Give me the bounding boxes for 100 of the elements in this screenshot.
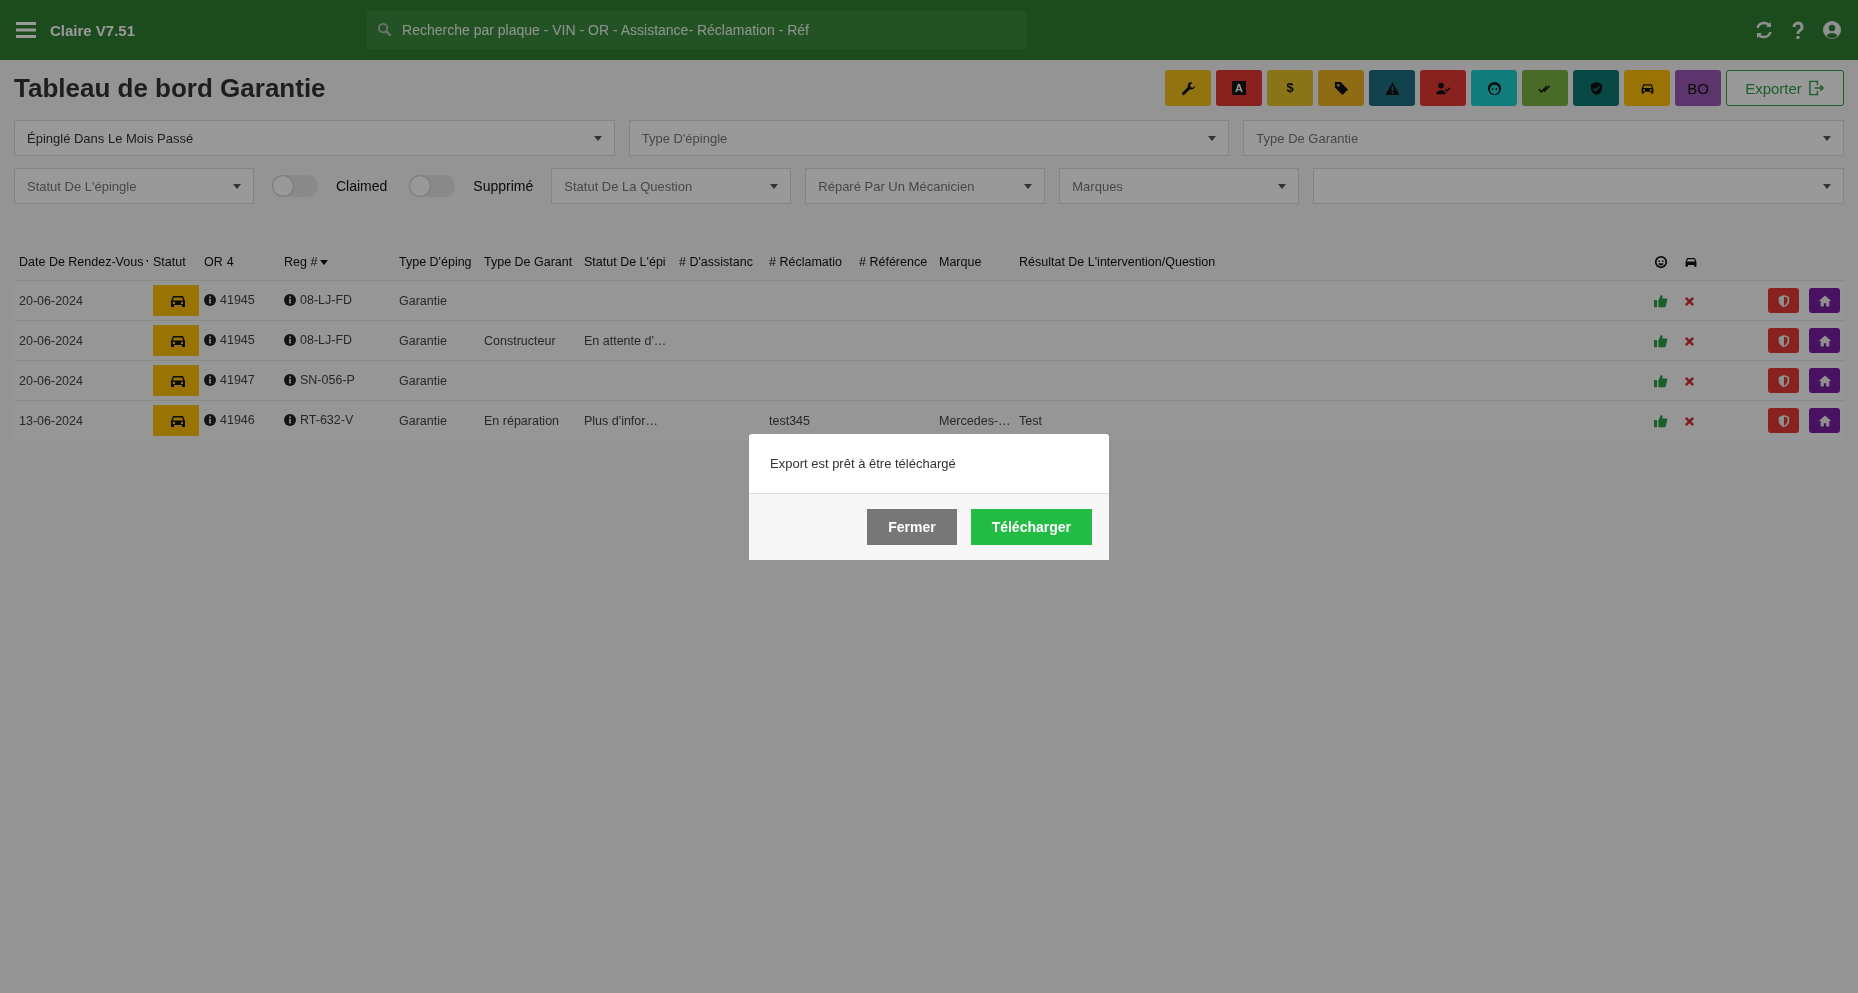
caret-icon	[1278, 183, 1287, 189]
home-icon	[1817, 413, 1832, 428]
plate-number: 08-LJ-FD	[300, 292, 353, 307]
home-button[interactable]	[1809, 408, 1840, 433]
cross-icon	[1684, 335, 1695, 347]
toolbar-button[interactable]	[1318, 70, 1364, 106]
info-icon[interactable]	[204, 413, 216, 426]
home-button[interactable]	[1809, 368, 1840, 393]
column-header: Marque	[939, 255, 982, 269]
dropdown-field[interactable]: Statut De La Question	[551, 168, 792, 204]
toolbar-button[interactable]	[1624, 70, 1670, 106]
home-icon	[1817, 333, 1832, 348]
caret-icon	[770, 183, 779, 189]
table-cell: Plus d'infor…	[584, 413, 658, 428]
toggle-label: Claimed	[336, 178, 388, 194]
caret-icon	[1823, 135, 1831, 141]
column-header[interactable]: Date De Rendez-Vous	[19, 255, 144, 269]
export-icon	[1807, 80, 1825, 96]
search-field[interactable]: Recherche par plaque - VIN - OR - Assistance- Réclamation - Réf	[367, 11, 1028, 49]
column-header: Résultat De L'intervention/Question	[1019, 255, 1216, 269]
status-badge	[153, 285, 199, 316]
status-badge	[153, 365, 199, 396]
plate-number: RT-632-V	[300, 412, 354, 427]
table-cell: Test	[1019, 413, 1042, 428]
toolbar-button[interactable]: $	[1267, 70, 1313, 106]
status-badge	[153, 325, 199, 356]
column-header: Type De Garant	[484, 255, 573, 269]
shield-button[interactable]	[1768, 288, 1799, 313]
order-number: 41946	[220, 412, 255, 427]
shield-button[interactable]	[1768, 328, 1799, 353]
dropdown-field[interactable]: Type D'épingle	[628, 120, 1230, 156]
cross-icon	[1684, 375, 1695, 387]
dropdown-field[interactable]: Marques	[1059, 168, 1300, 204]
info-icon[interactable]	[284, 413, 296, 426]
cross-icon	[1684, 295, 1695, 307]
shield-icon	[1776, 293, 1791, 308]
column-header: OR 4	[204, 255, 234, 269]
info-icon[interactable]	[204, 293, 216, 306]
shield-button[interactable]	[1768, 368, 1799, 393]
caret-icon	[593, 135, 602, 141]
dropdown-field[interactable]: Statut De L'épingle	[14, 168, 254, 204]
date-cell: 13-06-2024	[19, 413, 83, 428]
column-header: # D'assistanc	[679, 255, 753, 269]
date-cell: 20-06-2024	[19, 293, 83, 308]
table-cell: En réparation	[484, 413, 560, 428]
home-button[interactable]	[1809, 328, 1840, 353]
toggle-switch[interactable]	[272, 175, 318, 197]
dropdown-field[interactable]: Réparé Par Un Mécanicien	[805, 168, 1046, 204]
order-number: 41945	[220, 332, 255, 347]
dropdown-field[interactable]: Épinglé Dans Le Mois Passé	[14, 120, 615, 156]
table-row[interactable]: 20-06-2024 41945 08-LJ-FD Garantie	[14, 280, 1844, 321]
info-icon[interactable]	[284, 293, 296, 306]
plate-number: 08-LJ-FD	[300, 332, 353, 347]
info-icon[interactable]	[284, 373, 296, 386]
refresh-icon[interactable]	[1754, 20, 1774, 40]
thumbs-up-icon	[1654, 293, 1668, 308]
table-row[interactable]: 20-06-2024 41947 SN-056-P Garantie	[14, 360, 1844, 401]
toolbar-button[interactable]	[1165, 70, 1211, 106]
caret-icon	[233, 183, 241, 189]
shield-button[interactable]	[1768, 408, 1799, 433]
table-row[interactable]: 20-06-2024 41945 08-LJ-FD Garantie Constructeur En attente d'…	[14, 320, 1844, 361]
caret-icon	[1024, 183, 1033, 189]
column-header: Type D'éping	[399, 255, 472, 269]
toolbar-button[interactable]	[1471, 70, 1517, 106]
column-header: # Référence	[859, 255, 928, 269]
home-button[interactable]	[1809, 288, 1840, 313]
table-cell: test345	[769, 413, 810, 428]
info-icon[interactable]	[204, 373, 216, 386]
face-icon	[1486, 80, 1502, 96]
table-cell: Garantie	[399, 373, 447, 388]
page-title: Tableau de bord Garantie	[14, 72, 326, 104]
dropdown-field[interactable]	[1313, 168, 1844, 204]
column-header[interactable]: Reg #	[284, 255, 318, 269]
shield-icon	[1776, 373, 1791, 388]
plate-number: SN-056-P	[300, 372, 355, 387]
caret-icon	[1208, 135, 1217, 141]
toggle-switch[interactable]	[409, 175, 456, 197]
table-cell: Mercedes-…	[939, 413, 1011, 428]
sort-caret-icon[interactable]	[320, 260, 329, 266]
download-button[interactable]: Télécharger	[970, 509, 1092, 545]
info-icon[interactable]	[204, 333, 216, 346]
info-icon[interactable]	[284, 333, 296, 346]
table-cell: En attente d'…	[584, 333, 667, 348]
toolbar-button[interactable]	[1420, 70, 1466, 106]
shield-check-icon	[1588, 80, 1604, 96]
column-header: Statut	[153, 255, 186, 269]
toolbar-button[interactable]: A	[1216, 70, 1262, 106]
table-cell: Garantie	[399, 333, 447, 348]
column-header: # Réclamatio	[769, 255, 842, 269]
close-button[interactable]: Fermer	[867, 509, 957, 545]
tag-icon	[1333, 80, 1349, 96]
dropdown-field[interactable]: Type De Garantie	[1243, 120, 1844, 156]
user-icon[interactable]	[1822, 20, 1842, 40]
smiley-icon	[1654, 255, 1668, 270]
menu-icon[interactable]	[16, 22, 36, 38]
export-button[interactable]: Exporter	[1726, 70, 1844, 106]
order-number: 41945	[220, 292, 255, 307]
table-row[interactable]: 13-06-2024 41946 RT-632-V Garantie En réparation Plus d'infor… test345 Mercedes-… Test	[14, 400, 1844, 440]
table-cell: Garantie	[399, 293, 447, 308]
caret-icon	[1823, 183, 1831, 189]
